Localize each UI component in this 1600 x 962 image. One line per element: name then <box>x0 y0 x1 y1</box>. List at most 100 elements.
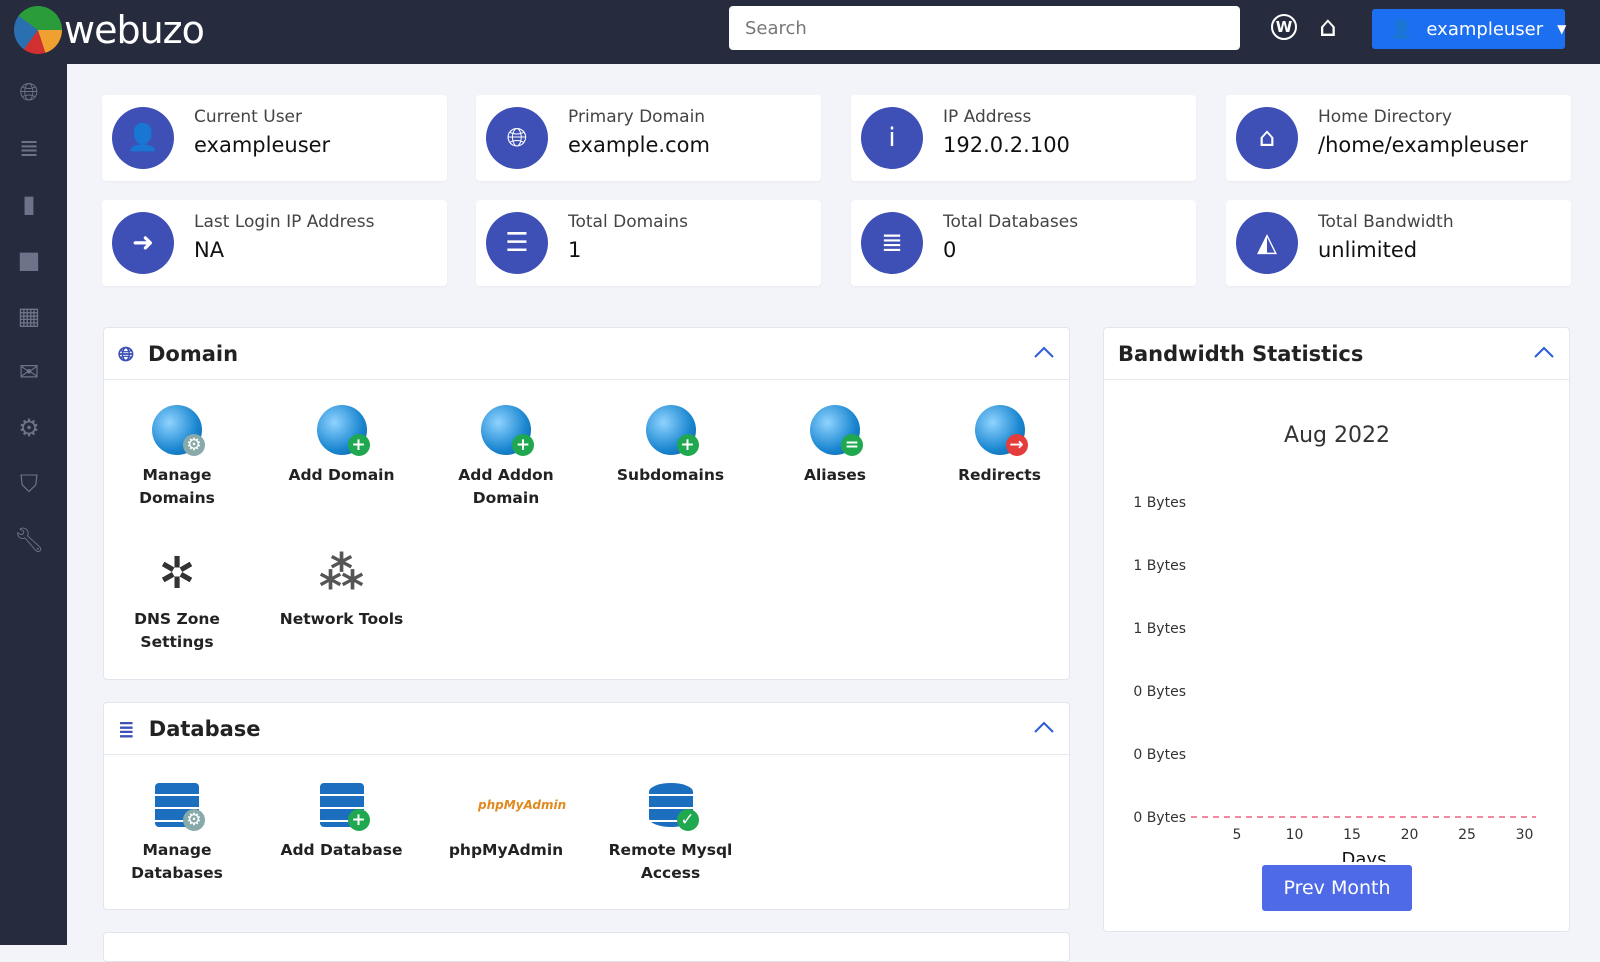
card-value: example.com <box>568 133 710 157</box>
tool-label: DNS Zone Settings <box>134 610 220 651</box>
info-card: i IP Address 192.0.2.100 <box>851 95 1196 181</box>
globe-icon: 🌐︎ <box>118 341 134 366</box>
tool-dns-zone-settings[interactable]: ✲ DNS Zone Settings <box>112 546 242 654</box>
tool-manage-domains[interactable]: ⚙ Manage Domains <box>112 402 242 510</box>
chart-title: Aug 2022 <box>1284 423 1390 448</box>
chevron-up-icon[interactable] <box>1533 342 1555 364</box>
chevron-up-icon[interactable] <box>1033 342 1055 364</box>
wrench-icon[interactable]: 🔧︎ <box>14 525 44 555</box>
globe-add-icon: + <box>478 402 534 458</box>
tool-label: Add Domain <box>288 466 395 484</box>
database-icon: ≣ <box>118 716 135 741</box>
info-icon: i <box>861 107 923 169</box>
card-value: 0 <box>943 238 957 262</box>
database-panel: ≣ Database ⚙ Manage Databases + Add Database… <box>103 702 1070 910</box>
tool-redirects[interactable]: → Redirects <box>935 402 1065 487</box>
database-gear-icon: ⚙ <box>149 777 205 833</box>
bandwidth-chart: Aug 2022 1 Bytes 1 Bytes 1 Bytes 0 Bytes 0 By… <box>1133 423 1536 862</box>
x-tick-label: 20 <box>1401 827 1419 843</box>
card-label: Home Directory <box>1318 107 1452 127</box>
username: exampleuser <box>1426 18 1544 40</box>
tool-add-addon-domain[interactable]: + Add Addon Domain <box>441 402 571 510</box>
panel-title: Bandwidth Statistics <box>1118 341 1364 366</box>
gears-icon[interactable]: ⚙ <box>14 413 44 443</box>
globe-icon: 🌐︎ <box>486 107 548 169</box>
y-tick-label: 1 Bytes <box>1133 495 1186 511</box>
x-tick-label: 25 <box>1458 827 1476 843</box>
database-panel-header[interactable]: ≣ Database <box>104 703 1069 755</box>
info-card: ➜ Last Login IP Address NA <box>102 200 447 286</box>
globe-alias-icon: = <box>807 402 863 458</box>
apps-icon[interactable]: ▦ <box>14 301 44 331</box>
tool-label: Add Addon Domain <box>458 466 554 507</box>
phpmyadmin-icon: phpMyAdmin <box>478 798 567 812</box>
next-panel <box>103 932 1070 962</box>
tool-add-domain[interactable]: + Add Domain <box>277 402 407 487</box>
user-icon: 👤 <box>112 107 174 169</box>
card-label: IP Address <box>943 107 1032 127</box>
database-icon[interactable]: ≣ <box>14 133 44 163</box>
bandwidth-panel: Bandwidth Statistics Aug 2022 1 Bytes 1 By… <box>1103 327 1570 932</box>
chevron-up-icon[interactable] <box>1033 717 1055 739</box>
webuzo-logo[interactable]: webuzo <box>14 6 205 54</box>
tool-label: Redirects <box>958 466 1041 484</box>
card-value: /home/exampleuser <box>1318 133 1528 157</box>
logo-text: webuzo <box>64 8 205 52</box>
card-label: Primary Domain <box>568 107 706 127</box>
prev-month-button[interactable]: Prev Month <box>1262 865 1412 911</box>
tool-subdomains[interactable]: + Subdomains <box>606 402 736 487</box>
user-menu-button[interactable]: 👤 exampleuser ▼ <box>1372 9 1566 49</box>
tool-add-database[interactable]: + Add Database <box>277 777 407 862</box>
file-icon[interactable]: ▮ <box>14 189 44 219</box>
search-input[interactable] <box>729 6 1240 50</box>
x-tick-label: 30 <box>1516 827 1534 843</box>
card-label: Current User <box>194 107 303 127</box>
card-value: 1 <box>568 238 582 262</box>
tool-phpmyadmin[interactable]: phpMyAdmin phpMyAdmin <box>441 777 571 862</box>
tool-remote-mysql-access[interactable]: ✓ Remote Mysql Access <box>606 777 736 885</box>
database-add-icon: + <box>314 777 370 833</box>
domain-panel-header[interactable]: 🌐︎ Domain <box>104 328 1069 380</box>
tool-network-tools[interactable]: ⁂ Network Tools <box>277 546 407 631</box>
tool-label: Remote Mysql Access <box>608 841 733 882</box>
info-card: 🌐︎ Primary Domain example.com <box>476 95 821 181</box>
info-card: ☰ Total Domains 1 <box>476 200 821 286</box>
bandwidth-panel-header[interactable]: Bandwidth Statistics <box>1104 328 1569 380</box>
y-tick-label: 0 Bytes <box>1133 684 1186 700</box>
tool-label: Add Database <box>280 841 403 859</box>
globe-add-icon: + <box>314 402 370 458</box>
y-tick-label: 1 Bytes <box>1133 558 1186 574</box>
card-label: Total Domains <box>568 212 688 232</box>
info-card: ◭ Total Bandwidth unlimited <box>1226 200 1571 286</box>
database-icon: ≣ <box>861 212 923 274</box>
panel-title: Domain <box>148 341 239 366</box>
y-tick-label: 0 Bytes <box>1133 810 1186 826</box>
wordpress-icon[interactable]: W <box>1271 14 1297 40</box>
info-card: 👤 Current User exampleuser <box>102 95 447 181</box>
globe-add-icon: + <box>643 402 699 458</box>
card-value: unlimited <box>1318 238 1418 262</box>
shield-icon[interactable]: ⛉ <box>14 469 44 499</box>
panel-title: Database <box>148 716 261 741</box>
network-tools-icon: ⁂ <box>318 548 364 599</box>
globe-icon[interactable]: 🌐︎ <box>14 77 44 107</box>
folder-icon[interactable]: ■ <box>14 245 44 275</box>
x-tick-label: 10 <box>1286 827 1304 843</box>
card-value: 192.0.2.100 <box>943 133 1070 157</box>
tool-aliases[interactable]: = Aliases <box>770 402 900 487</box>
list-icon: ☰ <box>486 212 548 274</box>
tool-label: Manage Databases <box>131 841 223 882</box>
area-chart-icon: ◭ <box>1236 212 1298 274</box>
tool-label: Network Tools <box>279 610 404 628</box>
card-label: Total Bandwidth <box>1318 212 1454 232</box>
home-icon[interactable]: ⌂ <box>1319 10 1337 43</box>
card-label: Last Login IP Address <box>194 212 375 232</box>
mail-icon[interactable]: ✉ <box>14 357 44 387</box>
home-icon: ⌂ <box>1236 107 1298 169</box>
user-icon: 👤 <box>1390 18 1413 40</box>
globe-redirect-icon: → <box>972 402 1028 458</box>
tool-label: Manage Domains <box>139 466 215 507</box>
tool-manage-databases[interactable]: ⚙ Manage Databases <box>112 777 242 885</box>
tool-label: Subdomains <box>616 466 725 484</box>
card-label: Total Databases <box>943 212 1079 232</box>
